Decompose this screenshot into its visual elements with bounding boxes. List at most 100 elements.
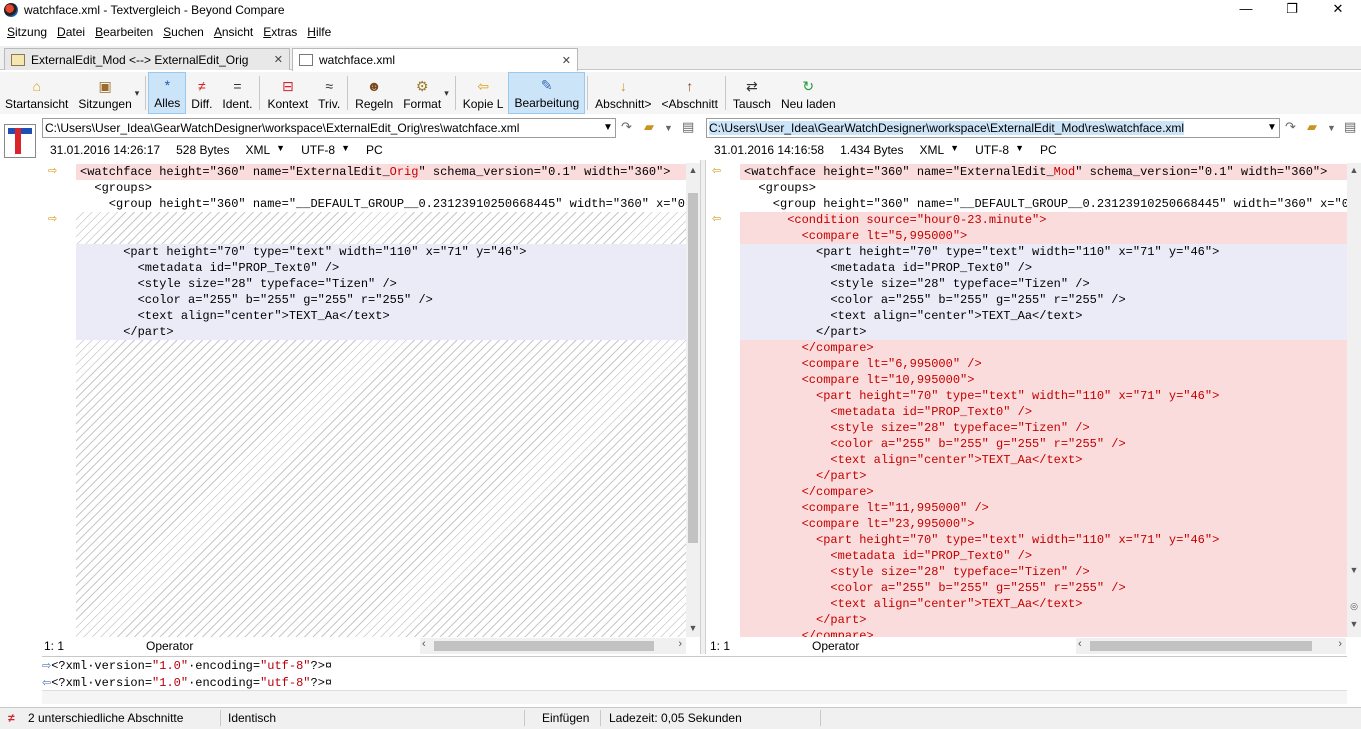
diff-status-icon: ≠ [8, 711, 15, 725]
left-vertical-scrollbar[interactable]: ▲ ▼ [686, 163, 700, 637]
reload-icon: ↻ [802, 78, 815, 94]
right-path-dropdown-icon[interactable]: ▼ [1264, 118, 1280, 138]
toolbar-separator [454, 76, 456, 110]
scroll-right-icon[interactable]: › [678, 638, 682, 650]
right-line-23: <compare lt="23,995000"> [740, 516, 1347, 532]
home-icon: ⌂ [32, 78, 41, 94]
regeln-button[interactable]: ☻ Regeln [350, 72, 398, 114]
right-line-25: <metadata id="PROP_Text0" /> [740, 548, 1347, 564]
scroll-up-icon[interactable]: ▲ [1347, 163, 1361, 177]
toolbar: ⌂ Startansicht ▣ Sitzungen ▾ * Alles ≠ D… [0, 72, 1361, 114]
left-open-folder-icon[interactable]: ▰ [644, 119, 654, 135]
sitzungen-button[interactable]: ▣ Sitzungen [73, 72, 136, 114]
right-vertical-scrollbar[interactable]: ▲ ▼ ◎ ▼ [1347, 163, 1361, 637]
right-line-2: <groups> [740, 180, 1347, 196]
right-open-folder-icon[interactable]: ▰ [1307, 119, 1317, 135]
right-line-22: <compare lt="11,995000" /> [740, 500, 1347, 516]
neu-laden-button[interactable]: ↻ Neu laden [776, 72, 841, 114]
approx-icon: ≈ [325, 78, 333, 94]
scroll-up-icon[interactable]: ▲ [686, 163, 700, 177]
left-swap-icon[interactable]: ↷ [621, 119, 632, 135]
scroll-thumb[interactable] [688, 193, 698, 543]
menu-datei[interactable]: Datei [57, 25, 85, 39]
scroll-down-icon[interactable]: ▼ [686, 621, 700, 635]
left-path-input[interactable]: C:\Users\User_Idea\GearWatchDesigner\wor… [42, 118, 616, 138]
referee-icon: ☻ [366, 78, 382, 94]
diff-button[interactable]: ≠ Diff. [186, 72, 217, 114]
left-folder-dropdown-icon[interactable]: ▼ [664, 123, 673, 133]
tab-close-icon[interactable]: ✕ [562, 54, 571, 67]
prev-section-label: <Abschnitt [661, 97, 718, 111]
scroll-left-icon[interactable]: ‹ [1078, 638, 1082, 650]
diff-label: Diff. [191, 97, 213, 111]
scroll-marker-icon[interactable]: ◎ [1347, 599, 1361, 613]
left-size: 528 Bytes [176, 143, 230, 157]
right-lineend[interactable]: PC [1040, 143, 1057, 159]
startansicht-button[interactable]: ⌂ Startansicht [0, 72, 73, 114]
left-format[interactable]: XML [245, 143, 270, 159]
format-gear-icon: ⚙ [415, 78, 429, 94]
tab-close-icon[interactable]: ✕ [274, 53, 283, 66]
scroll-down-icon[interactable]: ▼ [1347, 563, 1361, 577]
menu-suchen[interactable]: Suchen [163, 25, 204, 39]
bearbeitung-button[interactable]: ✎ Bearbeitung [508, 72, 586, 114]
close-window-button[interactable]: ✕ [1315, 0, 1361, 20]
edit-pencil-icon: ✎ [540, 77, 553, 93]
right-line-14: <compare lt="10,995000"> [740, 372, 1347, 388]
menu-extras[interactable]: Extras [263, 25, 297, 39]
kontext-label: Kontext [267, 97, 309, 111]
tausch-button[interactable]: ⇄ Tausch [728, 72, 776, 114]
right-folder-dropdown-icon[interactable]: ▼ [1327, 123, 1336, 133]
right-format[interactable]: XML [919, 143, 944, 159]
right-encoding[interactable]: UTF-8 [975, 143, 1009, 159]
copy-left-arrow-icon[interactable]: ⇦ [712, 164, 721, 177]
menu-bearbeiten[interactable]: Bearbeiten [95, 25, 153, 39]
left-format-dropdown-icon[interactable]: ▼ [276, 143, 285, 159]
left-lineend[interactable]: PC [366, 143, 383, 159]
kontext-button[interactable]: ⊟ Kontext [262, 72, 313, 114]
left-encoding[interactable]: UTF-8 [301, 143, 335, 159]
scroll-thumb[interactable] [1090, 641, 1312, 651]
left-encoding-dropdown-icon[interactable]: ▼ [341, 143, 350, 159]
prev-section-button[interactable]: ↑ <Abschnitt [657, 72, 723, 114]
menu-hilfe[interactable]: Hilfe [307, 25, 331, 39]
diff-marker-arrow-icon[interactable]: ⇨ [48, 164, 57, 177]
toolbar-separator [724, 76, 726, 110]
ident-button[interactable]: = Ident. [217, 72, 257, 114]
scroll-left-icon[interactable]: ‹ [422, 638, 426, 650]
left-line-1: <watchface height="360" name="ExternalEd… [76, 164, 686, 180]
line-compare-scrollbar[interactable] [42, 690, 1347, 704]
left-horizontal-scrollbar[interactable]: ‹ › [420, 638, 686, 654]
left-text-pane[interactable]: <watchface height="360" name="ExternalEd… [76, 163, 686, 637]
minimize-button[interactable]: — [1223, 0, 1269, 20]
scroll-right-icon[interactable]: › [1338, 638, 1342, 650]
right-format-dropdown-icon[interactable]: ▼ [950, 143, 959, 159]
right-text-pane[interactable]: <watchface height="360" name="ExternalEd… [740, 163, 1347, 637]
scroll-thumb[interactable] [434, 641, 654, 651]
right-save-icon[interactable]: ▤ [1344, 119, 1356, 135]
menu-sitzung[interactable]: Sitzung [7, 25, 47, 39]
right-horizontal-scrollbar[interactable]: ‹ › [1076, 638, 1346, 654]
right-swap-icon[interactable]: ↷ [1285, 119, 1296, 135]
menu-ansicht[interactable]: Ansicht [214, 25, 253, 39]
kopie-l-button[interactable]: ⇦ Kopie L [458, 72, 509, 114]
tab-watchface[interactable]: watchface.xml ✕ [292, 48, 578, 71]
triv-button[interactable]: ≈ Triv. [313, 72, 345, 114]
left-save-icon[interactable]: ▤ [682, 119, 694, 135]
right-line-17: <style size="28" typeface="Tizen" /> [740, 420, 1347, 436]
maximize-button[interactable]: ❐ [1269, 0, 1315, 20]
insert-mode-status: Einfügen [542, 711, 590, 725]
context-icon: ⊟ [281, 78, 294, 94]
format-button[interactable]: ⚙ Format [398, 72, 446, 114]
right-path-input[interactable]: C:\Users\User_Idea\GearWatchDesigner\wor… [706, 118, 1280, 138]
alles-button[interactable]: * Alles [148, 72, 187, 114]
left-path-dropdown-icon[interactable]: ▼ [600, 118, 616, 138]
next-section-button[interactable]: ↓ Abschnitt> [590, 72, 656, 114]
scroll-down-icon[interactable]: ▼ [1347, 617, 1361, 631]
kopie-l-label: Kopie L [462, 97, 504, 111]
tab-session-compare[interactable]: ExternalEdit_Mod <--> ExternalEdit_Orig … [4, 48, 290, 70]
diff-marker-arrow-icon[interactable]: ⇨ [48, 212, 57, 225]
copy-left-arrow-icon[interactable]: ⇦ [712, 212, 721, 225]
pane-splitter[interactable] [700, 160, 706, 654]
right-encoding-dropdown-icon[interactable]: ▼ [1015, 143, 1024, 159]
